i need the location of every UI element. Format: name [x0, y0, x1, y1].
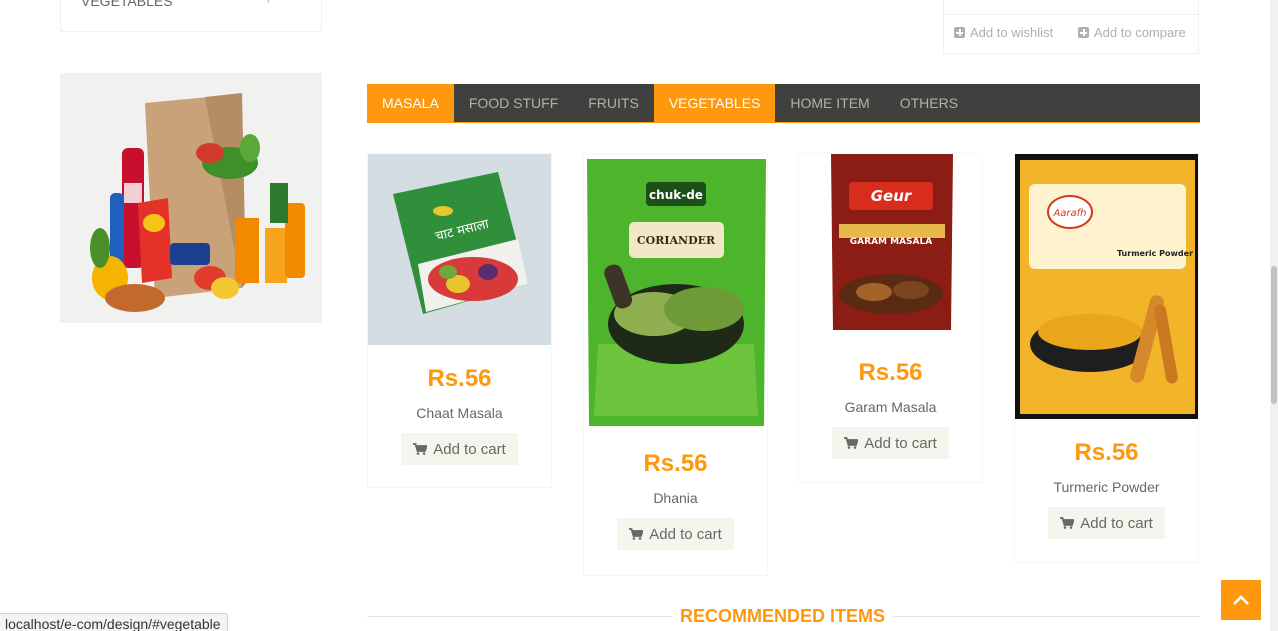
svg-text:Geur: Geur [871, 187, 913, 205]
product-price: Rs.56 [643, 450, 708, 477]
turmeric-pack-image: Aarafh Turmeric Powder [1015, 154, 1198, 419]
tab-others[interactable]: OTHERS [885, 84, 973, 122]
recommended-items-title: RECOMMENDED ITEMS [679, 606, 885, 626]
section-divider-right [893, 616, 1200, 617]
product-price: Rs.56 [427, 365, 492, 392]
divider [944, 14, 1198, 15]
category-tabs: MASALA FOOD STUFF FRUITS VEGETABLES HOME… [367, 84, 1200, 123]
product-image[interactable]: chuk-de CORIANDER [584, 154, 767, 430]
add-to-cart-label: Add to cart [433, 440, 506, 458]
svg-text:GARAM MASALA: GARAM MASALA [850, 237, 932, 247]
product-card-chaat-masala: चाट मसाला Rs.56 Chaat Masala Add to cart [367, 153, 552, 488]
shopping-cart-icon [1060, 517, 1075, 529]
category-item-vegetables[interactable]: VEGETABLES + [81, 0, 303, 9]
tab-food-stuff[interactable]: FOOD STUFF [454, 84, 573, 122]
category-panel: VEGETABLES + [60, 0, 322, 32]
tab-fruits[interactable]: FRUITS [573, 84, 654, 122]
shopping-cart-icon [844, 437, 859, 449]
tab-vegetables[interactable]: VEGETABLES [653, 84, 776, 122]
product-actions-panel: Add to wishlist Add to compare [943, 0, 1199, 54]
add-to-cart-button[interactable]: Add to cart [832, 427, 949, 459]
plus-square-icon [1078, 27, 1089, 38]
expand-plus-icon[interactable]: + [264, 0, 273, 9]
product-price: Rs.56 [858, 359, 923, 386]
grocery-bag-illustration [60, 73, 322, 323]
product-image[interactable]: Aarafh Turmeric Powder [1015, 154, 1198, 419]
product-name: Dhania [653, 490, 698, 506]
product-name: Chaat Masala [416, 405, 503, 421]
page-scrollbar-thumb[interactable] [1271, 266, 1277, 404]
add-to-cart-button[interactable]: Add to cart [401, 433, 518, 465]
chaat-masala-pack-image: चाट मसाला [368, 154, 551, 345]
add-to-cart-button[interactable]: Add to cart [617, 518, 734, 550]
add-to-cart-label: Add to cart [1080, 514, 1153, 532]
tab-home-item[interactable]: HOME ITEM [775, 84, 884, 122]
product-card-turmeric-powder: Aarafh Turmeric Powder Rs.56 Turmeric Po… [1014, 153, 1199, 563]
svg-text:chuk-de: chuk-de [649, 188, 703, 202]
product-card-garam-masala: Geur GARAM MASALA Rs.56 Garam Masala Add… [798, 153, 983, 483]
product-image[interactable]: Geur GARAM MASALA [799, 154, 982, 339]
product-name: Turmeric Powder [1053, 479, 1160, 495]
shopping-cart-icon [413, 443, 428, 455]
plus-square-icon [954, 27, 965, 38]
add-to-wishlist-link[interactable]: Add to wishlist [954, 25, 1053, 40]
shopping-cart-icon [629, 528, 644, 540]
svg-text:CORIANDER: CORIANDER [637, 234, 716, 247]
add-to-compare-link[interactable]: Add to compare [1078, 25, 1186, 40]
add-to-cart-button[interactable]: Add to cart [1048, 507, 1165, 539]
chevron-up-icon [1233, 595, 1249, 605]
add-to-cart-label: Add to cart [649, 525, 722, 543]
product-price: Rs.56 [1074, 439, 1139, 466]
product-name: Garam Masala [844, 399, 937, 415]
coriander-pack-image: chuk-de CORIANDER [584, 154, 767, 430]
wishlist-label: Add to wishlist [970, 25, 1054, 40]
promo-banner-image[interactable] [60, 73, 322, 323]
scroll-to-top-button[interactable] [1221, 580, 1261, 620]
tab-masala[interactable]: MASALA [367, 84, 454, 122]
product-image[interactable]: चाट मसाला [368, 154, 551, 345]
category-label: VEGETABLES [81, 0, 173, 9]
product-card-dhania: chuk-de CORIANDER Rs.56 Dhania Add to ca… [583, 153, 768, 576]
svg-text:Turmeric Powder: Turmeric Powder [1117, 249, 1193, 258]
garam-masala-pack-image: Geur GARAM MASALA [799, 154, 982, 339]
compare-label: Add to compare [1094, 25, 1186, 40]
section-divider-left [367, 616, 672, 617]
add-to-cart-label: Add to cart [864, 434, 937, 452]
svg-text:Aarafh: Aarafh [1052, 208, 1086, 219]
browser-status-url: localhost/e-com/design/#vegetable [0, 613, 228, 631]
